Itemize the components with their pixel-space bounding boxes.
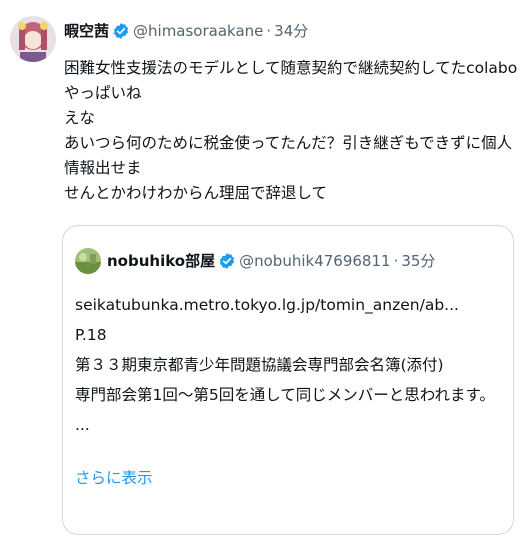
tweet-text-line: あいつら何のために税金使ってたんだ？引き継ぎもできずに個人情報出せま [64, 134, 513, 177]
quote-timestamp[interactable]: 35分 [401, 250, 435, 272]
quote-header: nobuhiko部屋 @nobuhik47696811 · 35分 [107, 250, 505, 272]
verified-badge-icon [112, 22, 130, 40]
quote-link[interactable]: seikatubunka.metro.tokyo.lg.jp/tomin_anz… [75, 290, 503, 320]
verified-badge-icon [218, 252, 236, 270]
quote-ellipsis: ... [75, 416, 90, 434]
quote-text-line: 専門部会第1回～第5回を通して同じメンバーと思われます。 [75, 386, 495, 404]
quote-text-line: 第３３期東京都青少年問題協議会専門部会名簿(添付) [75, 356, 444, 374]
author-name[interactable]: 暇空茜 [64, 20, 109, 42]
quote-author-name[interactable]: nobuhiko部屋 [107, 250, 215, 272]
tweet-text-line: 困難女性支援法のモデルとして随意契約で継続契約してたcolaboやっぱいね [64, 59, 518, 102]
tweet-text: 困難女性支援法のモデルとして随意契約で継続契約してたcolaboやっぱいね えな… [64, 56, 518, 206]
tweet-text-line: えな [64, 109, 96, 127]
separator-dot: · [266, 22, 272, 40]
show-more-link[interactable]: さらに表示 [75, 466, 153, 488]
quote-author-handle[interactable]: @nobuhik47696811 [239, 250, 390, 272]
avatar[interactable] [10, 16, 56, 62]
tweet-text-line: せんとかわけわからん理屈で辞退して [64, 184, 328, 202]
quote-avatar[interactable] [75, 248, 101, 274]
quote-text-line: P.18 [75, 326, 107, 344]
quote-text: seikatubunka.metro.tokyo.lg.jp/tomin_anz… [75, 290, 503, 440]
tweet-header: 暇空茜 @himasoraakane · 34分 [64, 20, 513, 42]
author-handle[interactable]: @himasoraakane [133, 20, 263, 42]
separator-dot: · [393, 252, 399, 270]
quoted-tweet[interactable]: nobuhiko部屋 @nobuhik47696811 · 35分 seikat… [62, 225, 514, 535]
timestamp[interactable]: 34分 [274, 20, 308, 42]
